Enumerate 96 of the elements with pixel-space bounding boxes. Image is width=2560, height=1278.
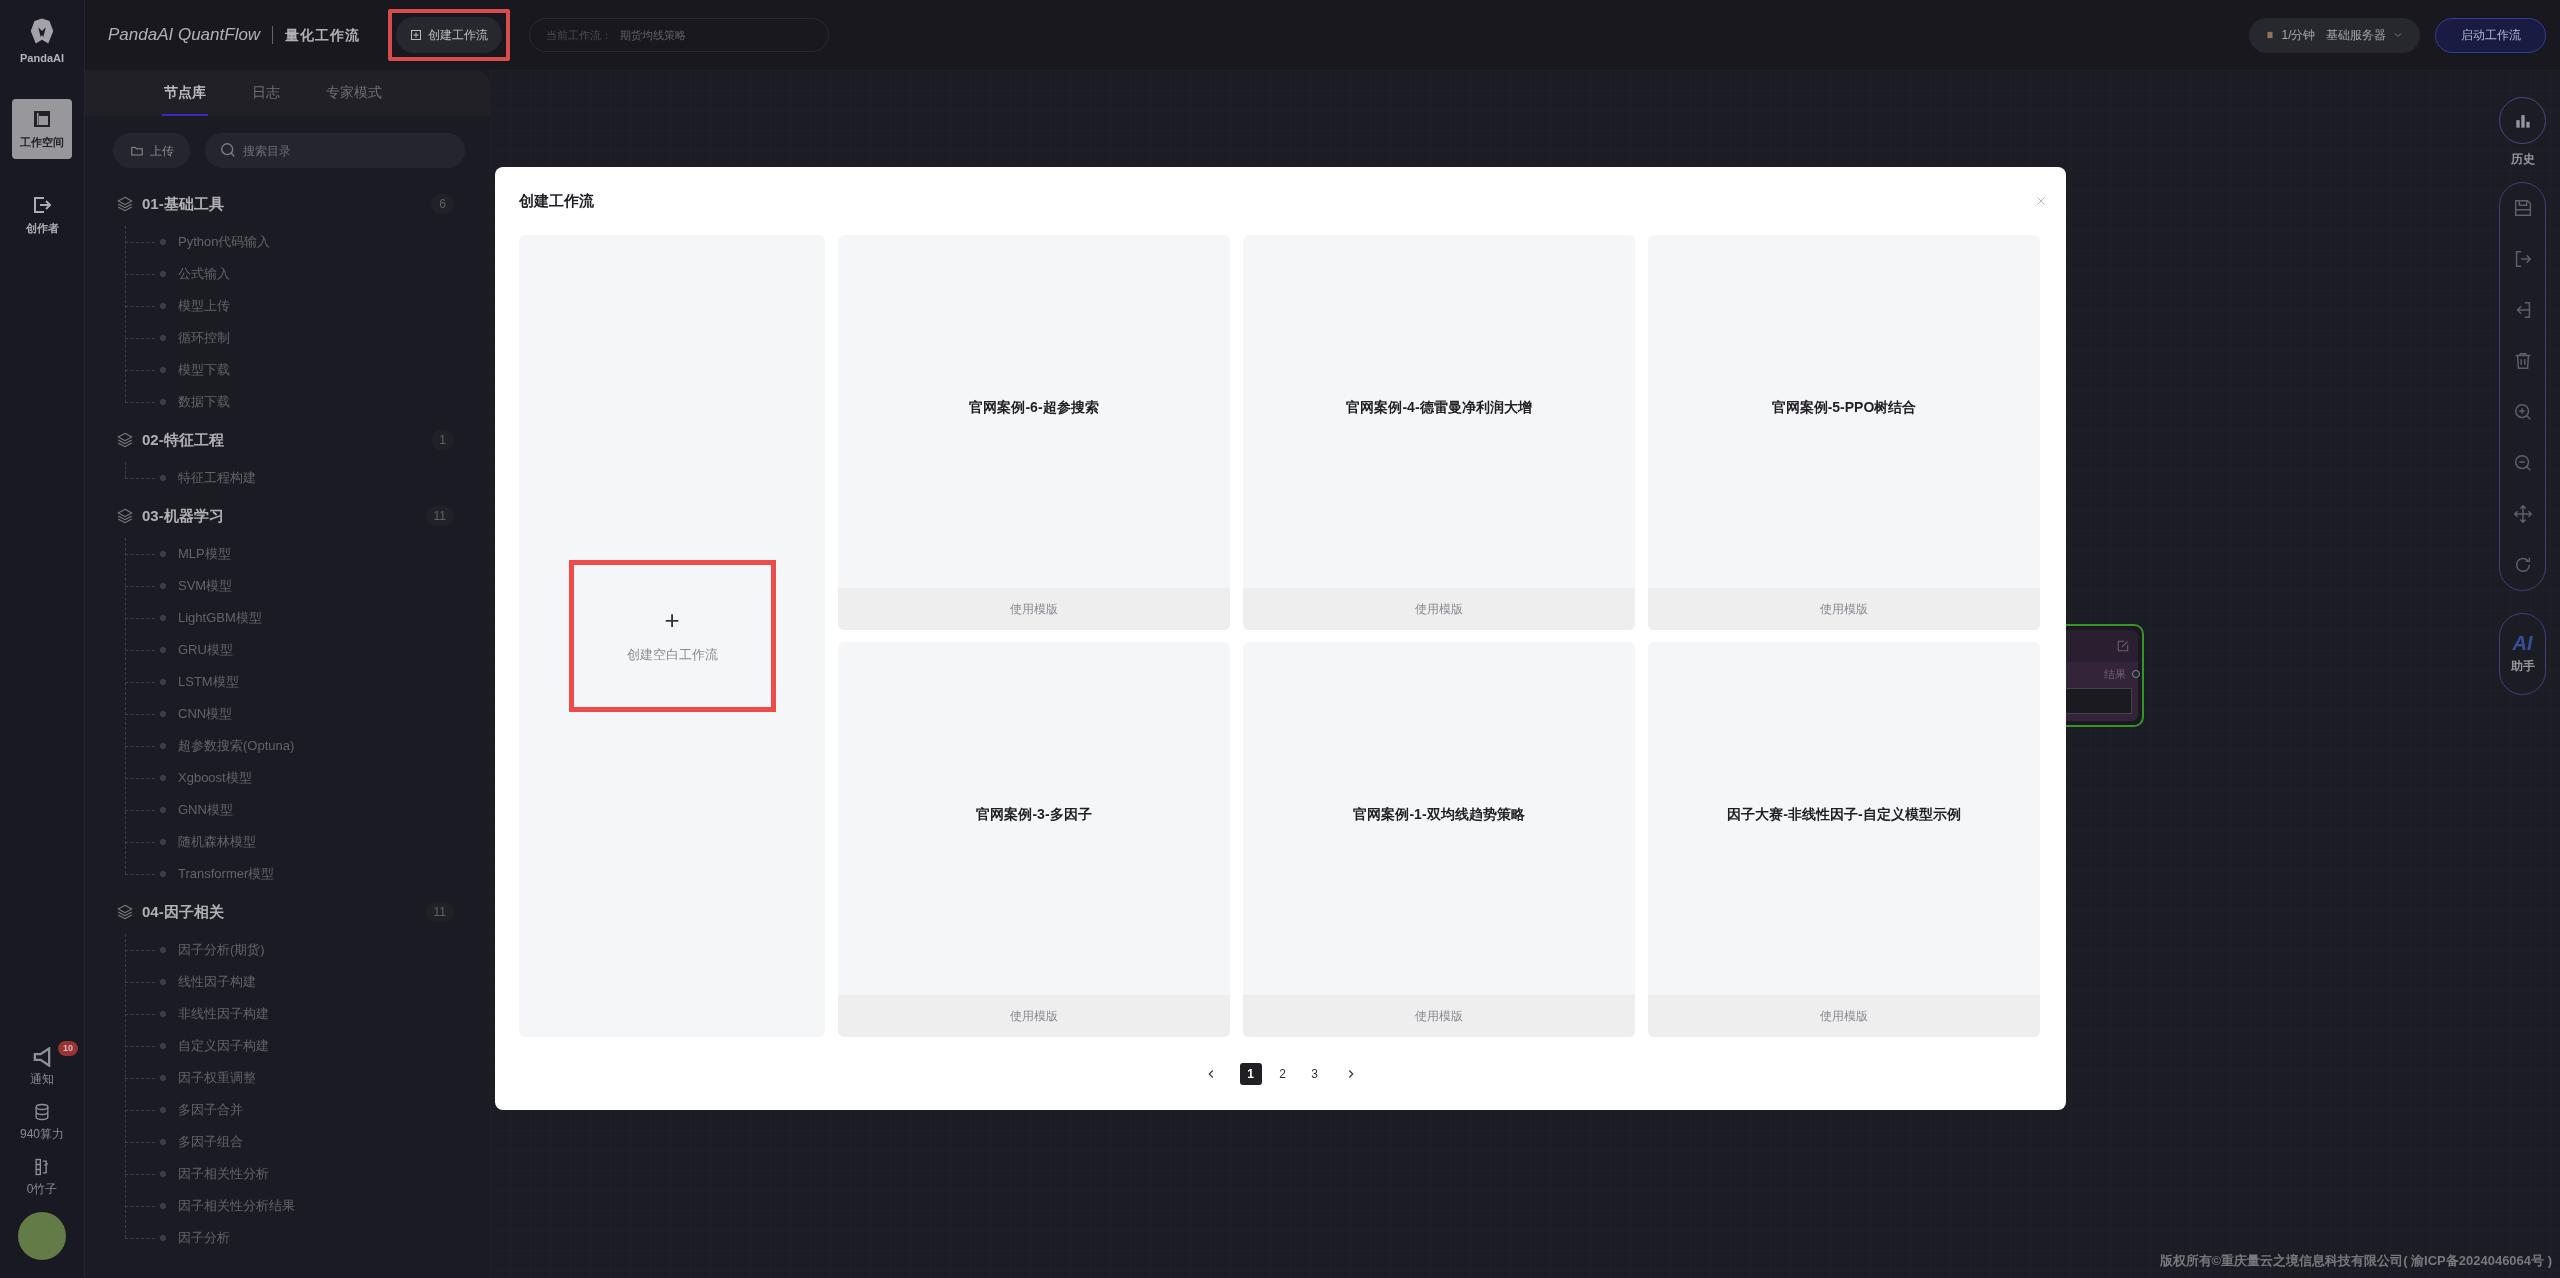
modal-title: 创建工作流 — [519, 190, 594, 211]
blank-workflow-card[interactable]: + 创建空白工作流 — [519, 235, 825, 1037]
category-title[interactable]: 01-基础工具 — [142, 192, 224, 216]
move-icon[interactable] — [2511, 503, 2534, 525]
search-icon — [221, 143, 235, 157]
logo-text: PandaAI — [20, 51, 64, 66]
server-name: 基础服务器 — [2325, 27, 2386, 44]
output-port[interactable] — [2132, 670, 2140, 678]
node-item[interactable]: 数据下载 — [178, 392, 230, 412]
megaphone-icon — [32, 1047, 52, 1067]
layers-icon — [116, 507, 134, 525]
node-item[interactable]: 模型上传 — [178, 296, 230, 316]
server-select[interactable]: 1/分钟 基础服务器 — [2249, 17, 2420, 53]
node-item[interactable]: 因子相关性分析结果 — [178, 1196, 295, 1216]
node-item[interactable]: 特征工程构建 — [178, 468, 256, 488]
node-item[interactable]: Transformer模型 — [178, 864, 275, 884]
use-template-button[interactable]: 使用模版 — [1243, 995, 1635, 1037]
assistant-label: 助手 — [2510, 658, 2535, 675]
rail-label: 0竹子 — [26, 1181, 58, 1198]
page-button[interactable]: 2 — [1271, 1063, 1294, 1085]
category-title[interactable]: 04-因子相关 — [142, 900, 224, 924]
plus-icon[interactable]: + — [664, 607, 680, 634]
node-item[interactable]: 多因子组合 — [178, 1132, 243, 1152]
template-title: 因子大赛-非线性因子-自定义模型示例 — [1727, 805, 1961, 824]
rate-text: 1/分钟 — [2281, 27, 2316, 44]
nav-button[interactable]: 工作空间 — [12, 98, 72, 159]
field-value: 期货均线策略 — [620, 27, 687, 43]
sidebar-tab[interactable]: 专家模式 — [323, 70, 384, 116]
node-item[interactable]: GNN模型 — [178, 800, 233, 820]
template-title: 官网案例-4-德雷曼净利润大增 — [1346, 398, 1532, 417]
template-card[interactable]: 因子大赛-非线性因子-自定义模型示例 使用模版 — [1648, 642, 2040, 1037]
template-title: 官网案例-1-双均线趋势策略 — [1353, 805, 1525, 824]
page-button[interactable]: 3 — [1303, 1063, 1326, 1085]
layers-icon — [116, 903, 134, 921]
node-item[interactable]: 非线性因子构建 — [178, 1004, 269, 1024]
avatar[interactable] — [18, 1212, 66, 1260]
template-card[interactable]: 官网案例-4-德雷曼净利润大增 使用模版 — [1243, 235, 1635, 630]
use-template-button[interactable]: 使用模版 — [838, 995, 1230, 1037]
tool-label: 历史 — [2510, 151, 2535, 168]
node-item[interactable]: LSTM模型 — [178, 672, 239, 692]
use-template-button[interactable]: 使用模版 — [1648, 588, 2040, 630]
rail-label: 940算力 — [20, 1126, 64, 1143]
node-item[interactable]: 因子权重调整 — [178, 1068, 256, 1088]
use-template-button[interactable]: 使用模版 — [838, 588, 1230, 630]
use-template-button[interactable]: 使用模版 — [1243, 588, 1635, 630]
category-title[interactable]: 02-特征工程 — [142, 428, 224, 452]
nav-button[interactable]: 创作者 — [12, 184, 72, 245]
ai-logo: AI — [2512, 633, 2533, 653]
use-template-button[interactable]: 使用模版 — [1648, 995, 2040, 1037]
start-workflow-button[interactable]: 启动工作流 — [2435, 17, 2546, 53]
node-item[interactable]: MLP模型 — [178, 544, 231, 564]
plus-square-icon — [410, 29, 423, 41]
template-card[interactable]: 官网案例-3-多因子 使用模版 — [838, 642, 1230, 1037]
sidebar-tab[interactable]: 日志 — [249, 70, 282, 116]
create-workflow-button[interactable]: 创建工作流 — [396, 17, 503, 53]
node-item[interactable]: 随机森林模型 — [178, 832, 256, 852]
node-item[interactable]: Xgboost模型 — [178, 768, 252, 788]
upload-button[interactable]: 上传 — [113, 133, 190, 168]
node-item[interactable]: 自定义因子构建 — [178, 1036, 269, 1056]
node-item[interactable]: 线性因子构建 — [178, 972, 256, 992]
layers-icon — [116, 195, 134, 213]
template-card[interactable]: 官网案例-6-超参搜索 使用模版 — [838, 235, 1230, 630]
template-title: 官网案例-3-多因子 — [976, 805, 1092, 824]
page-button[interactable]: 1 — [1239, 1063, 1262, 1085]
count-badge: 6 — [431, 194, 454, 214]
template-title: 官网案例-6-超参搜索 — [969, 398, 1099, 417]
node-item[interactable]: GRU模型 — [178, 640, 233, 660]
brand-name: PandaAI QuantFlow — [108, 24, 261, 47]
node-item[interactable]: 因子相关性分析 — [178, 1164, 269, 1184]
node-item[interactable]: LightGBM模型 — [178, 608, 262, 628]
node-item[interactable]: Python代码输入 — [178, 232, 271, 252]
search-field[interactable]: 搜索目录 — [205, 133, 465, 168]
count-badge: 11 — [425, 506, 454, 526]
node-item[interactable]: CNN模型 — [178, 704, 233, 724]
copyright-text: 版权所有©重庆量云之境信息科技有限公司( 渝ICP备2024046064号 ) — [2159, 1251, 2552, 1270]
edit-icon — [2116, 639, 2130, 653]
layers-icon — [116, 431, 134, 449]
node-item[interactable]: 模型下载 — [178, 360, 230, 380]
sidebar-tab[interactable]: 节点库 — [161, 70, 208, 116]
node-item[interactable]: SVM模型 — [178, 576, 233, 596]
template-card[interactable]: 官网案例-5-PPO树结合 使用模版 — [1648, 235, 2040, 630]
template-title: 官网案例-5-PPO树结合 — [1771, 398, 1917, 417]
template-card[interactable]: 官网案例-1-双均线趋势策略 使用模版 — [1243, 642, 1635, 1037]
product-name: 量化工作流 — [285, 25, 361, 45]
node-item[interactable]: 多因子合并 — [178, 1100, 243, 1120]
notification-badge: 10 — [58, 1041, 78, 1056]
node-item[interactable]: 超参数搜索(Optuna) — [178, 736, 295, 756]
node-item[interactable]: 因子分析(期货) — [178, 940, 265, 960]
count-badge: 11 — [425, 902, 454, 922]
rail-label: 通知 — [30, 1071, 54, 1088]
blank-workflow-label[interactable]: 创建空白工作流 — [626, 645, 718, 665]
node-item[interactable]: 循环控制 — [178, 328, 230, 348]
count-badge: 1 — [431, 430, 454, 450]
node-item[interactable]: 因子分析 — [178, 1228, 230, 1248]
node-item[interactable]: 公式输入 — [178, 264, 230, 284]
category-title[interactable]: 03-机器学习 — [142, 504, 224, 528]
